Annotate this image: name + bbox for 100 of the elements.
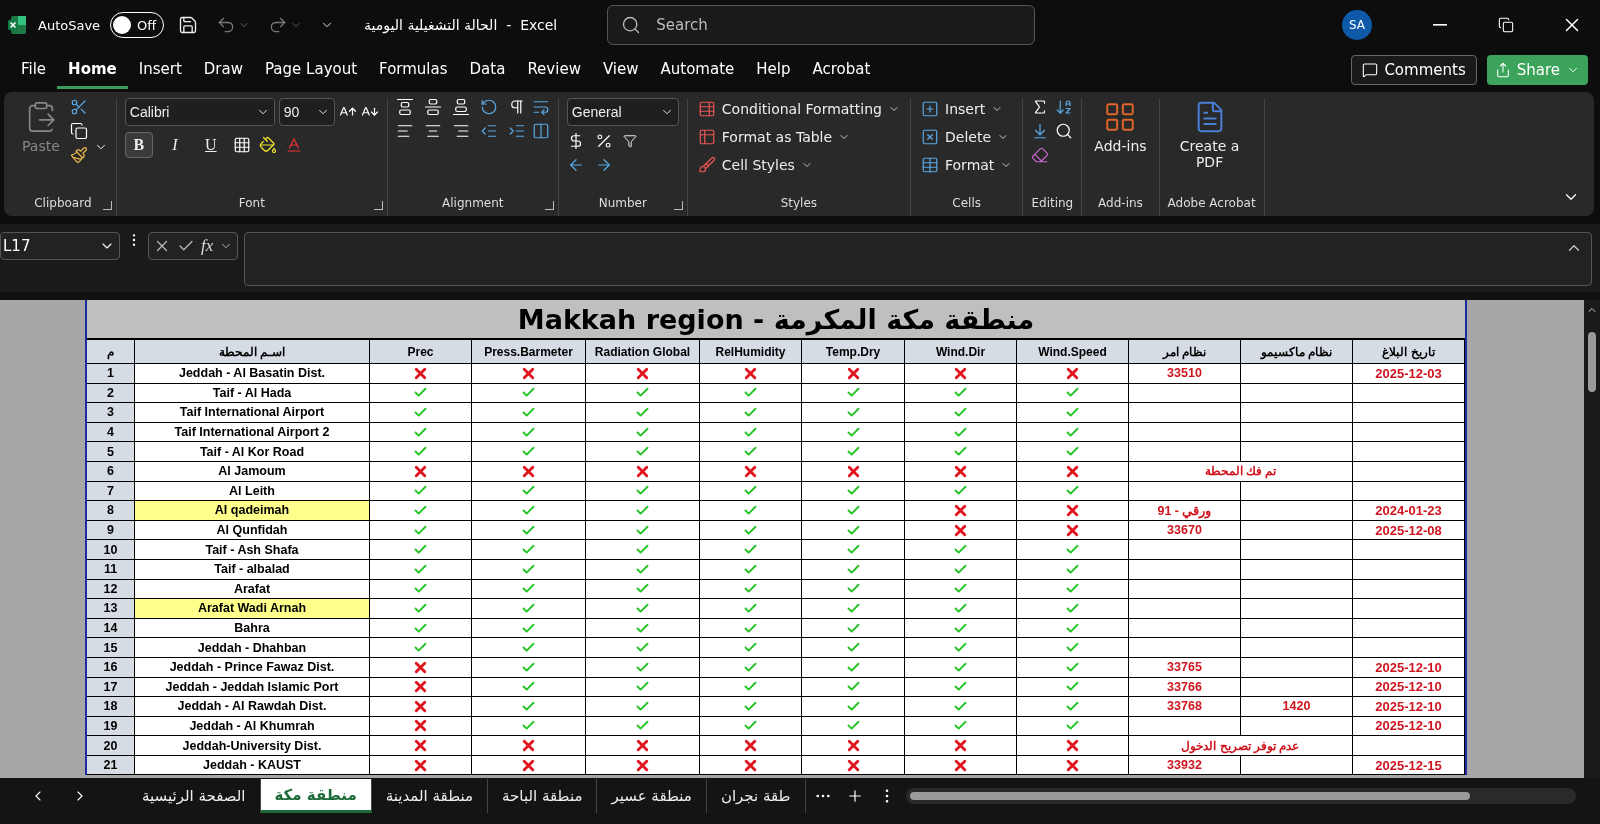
group-label: Clipboard bbox=[33, 196, 93, 212]
station-cell: Jeddah - Dhahban bbox=[135, 638, 370, 658]
cells-button[interactable]: Delete bbox=[919, 126, 1011, 148]
function-label[interactable]: fx bbox=[201, 236, 214, 256]
eraser-icon[interactable] bbox=[1031, 146, 1050, 164]
station-cell: Taif International Airport bbox=[135, 403, 370, 423]
sheet-tab[interactable]: طقة نجران bbox=[706, 779, 806, 813]
column-header: Radiation Global bbox=[586, 340, 700, 364]
menu-tab[interactable]: Help bbox=[745, 51, 802, 89]
menu-tab[interactable]: Automate bbox=[649, 51, 746, 89]
scroll-thumb[interactable] bbox=[909, 792, 1470, 800]
sort-icon[interactable] bbox=[1055, 98, 1074, 116]
styles-button[interactable]: Cell Styles bbox=[695, 154, 815, 176]
menu-tab[interactable]: Home bbox=[57, 51, 128, 89]
row-number: 21 bbox=[87, 755, 135, 776]
merge-icon[interactable] bbox=[531, 122, 550, 140]
menu-tab[interactable]: Draw bbox=[192, 51, 254, 89]
table-cell: 2025-12-10 bbox=[1353, 716, 1465, 737]
table-cell: 33510 bbox=[1129, 364, 1241, 384]
scroll-thumb[interactable] bbox=[1588, 332, 1596, 392]
group-label: Cells bbox=[951, 196, 982, 212]
station-cell: Arafat Wadi Arnah bbox=[135, 599, 370, 619]
menu-tab[interactable]: Data bbox=[458, 51, 517, 89]
group-label: Number bbox=[597, 196, 648, 212]
vertical-scrollbar[interactable] bbox=[1584, 300, 1600, 778]
table-icon bbox=[697, 100, 716, 118]
horizontal-scrollbar[interactable] bbox=[905, 788, 1576, 804]
station-cell: Taif - albalad bbox=[135, 559, 370, 580]
menu-tab[interactable]: Review bbox=[516, 51, 592, 89]
column-header: نظام امر bbox=[1129, 340, 1241, 364]
comment-icon bbox=[1362, 62, 1379, 78]
wrap-text-icon[interactable] bbox=[531, 98, 550, 116]
row-number: 1 bbox=[87, 364, 135, 384]
align-center-icon[interactable] bbox=[423, 122, 442, 140]
sheet-tab[interactable]: منطقة الباحة bbox=[488, 779, 598, 813]
x-square-icon bbox=[921, 128, 939, 146]
increase-indent-icon[interactable] bbox=[507, 122, 526, 140]
cells-button[interactable]: Insert bbox=[919, 98, 1006, 120]
align-left-icon[interactable] bbox=[395, 122, 414, 140]
share-icon bbox=[1494, 62, 1511, 78]
table-cell: 2025-12-03 bbox=[1353, 364, 1465, 384]
middle-align-icon[interactable] bbox=[423, 98, 442, 116]
table-cell: 2025-12-10 bbox=[1353, 657, 1465, 678]
row-number: 12 bbox=[87, 579, 135, 600]
menu-tab[interactable]: Insert bbox=[127, 51, 193, 89]
comments-button[interactable]: Comments bbox=[1351, 55, 1477, 85]
decrease-indent-icon[interactable] bbox=[479, 122, 498, 140]
create-pdf-button[interactable]: Create a PDF bbox=[1167, 98, 1252, 196]
format-painter-icon[interactable] bbox=[69, 146, 88, 164]
table-cell: 2025-12-10 bbox=[1353, 697, 1465, 717]
restore-icon bbox=[1498, 17, 1514, 33]
row-number: 5 bbox=[87, 442, 135, 462]
underline-button[interactable]: U bbox=[196, 132, 225, 158]
user-avatar[interactable]: SA bbox=[1342, 10, 1372, 40]
styles-button[interactable]: Format as Table bbox=[695, 126, 853, 148]
sheet-tab[interactable]: الصفحة الرئيسية bbox=[128, 779, 261, 813]
cells-button[interactable]: Format bbox=[919, 154, 1015, 176]
column-header: Press.Barmeter bbox=[472, 340, 586, 364]
font-name-field[interactable]: Calibri bbox=[124, 98, 275, 126]
align-right-icon[interactable] bbox=[451, 122, 470, 140]
column-header: م bbox=[87, 340, 135, 364]
number-format-field[interactable]: General bbox=[566, 98, 679, 126]
bold-button[interactable]: B bbox=[124, 132, 153, 158]
cut-icon[interactable] bbox=[69, 98, 88, 116]
excel-logo bbox=[6, 14, 28, 36]
font-size-field[interactable]: 90 bbox=[278, 98, 335, 126]
search-icon[interactable] bbox=[1055, 122, 1074, 140]
station-cell: Bahra bbox=[135, 618, 370, 639]
menu-tab[interactable]: Acrobat bbox=[801, 51, 882, 89]
menu-tab[interactable]: File bbox=[10, 51, 58, 89]
menu-tab[interactable]: View bbox=[591, 51, 650, 89]
add-ins-button[interactable]: Add-ins bbox=[1090, 98, 1151, 196]
top-align-icon[interactable] bbox=[395, 98, 414, 116]
table-cell: 1420 bbox=[1241, 697, 1353, 717]
column-header: RelHumidity bbox=[700, 340, 802, 364]
name-box[interactable]: L17 bbox=[0, 232, 120, 260]
row-number: 9 bbox=[87, 520, 135, 541]
formula-field[interactable] bbox=[244, 232, 1592, 286]
italic-button[interactable]: I bbox=[160, 132, 189, 158]
station-cell: Taif - Al Hada bbox=[135, 383, 370, 404]
row-number: 6 bbox=[87, 461, 135, 482]
copy-icon[interactable] bbox=[69, 122, 88, 140]
menu-tab[interactable]: Formulas bbox=[368, 51, 459, 89]
percent-icon[interactable] bbox=[594, 132, 613, 150]
row-number: 20 bbox=[87, 736, 135, 756]
bottom-align-icon[interactable] bbox=[451, 98, 470, 116]
borders-icon[interactable] bbox=[232, 136, 251, 154]
station-cell: Jeddah - Al Khumrah bbox=[135, 716, 370, 737]
search-field[interactable]: Search bbox=[607, 5, 1036, 45]
row-number: 2 bbox=[87, 383, 135, 404]
orientation-icon[interactable] bbox=[479, 98, 498, 116]
styles-button[interactable]: Conditional Formatting bbox=[695, 98, 902, 120]
station-cell: Jeddah - Prince Fawaz Dist. bbox=[135, 657, 370, 678]
menu-tab[interactable]: Page Layout bbox=[254, 51, 369, 89]
station-cell: Al qadeimah bbox=[135, 501, 370, 521]
row-number: 8 bbox=[87, 501, 135, 521]
sheet-tab[interactable]: منطقة عسير bbox=[597, 779, 707, 813]
station-cell: Al Qunfidah bbox=[135, 520, 370, 541]
fill-color-icon[interactable] bbox=[258, 136, 277, 154]
sheet-tab[interactable]: منطقة مكة bbox=[260, 779, 372, 813]
